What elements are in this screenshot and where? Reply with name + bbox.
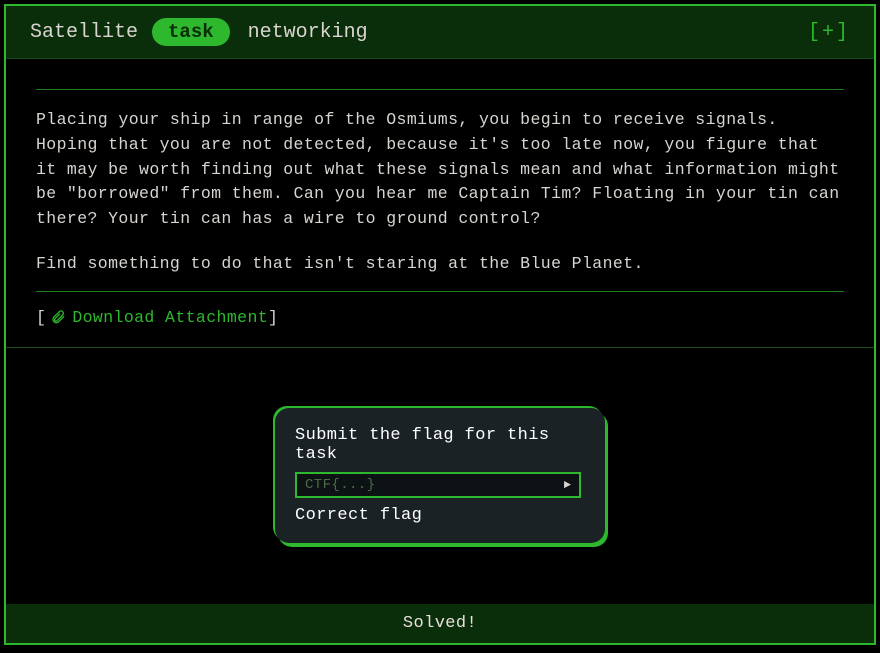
bracket-close: ] <box>268 308 278 327</box>
task-badge: task <box>152 18 230 46</box>
submit-label: Submit the flag for this task <box>295 426 581 464</box>
task-header: Satellite task networking [+] <box>6 6 874 59</box>
task-category: networking <box>248 21 368 44</box>
paperclip-icon <box>50 308 66 326</box>
task-hint: Find something to do that isn't staring … <box>36 254 844 273</box>
submit-status: Correct flag <box>295 506 581 525</box>
divider <box>36 291 844 292</box>
task-body: Placing your ship in range of the Osmium… <box>6 59 874 347</box>
expand-button[interactable]: [+] <box>808 21 850 44</box>
task-panel: Satellite task networking [+] Placing yo… <box>4 4 876 645</box>
submit-box: Submit the flag for this task ► Correct … <box>275 408 605 543</box>
solved-label: Solved! <box>403 614 477 633</box>
submit-area: Submit the flag for this task ► Correct … <box>6 348 874 604</box>
flag-input-wrap: ► <box>295 472 581 498</box>
bracket-open: [ <box>36 308 46 327</box>
download-row: [ Download Attachment ] <box>36 308 844 327</box>
task-footer: Solved! <box>6 604 874 643</box>
download-attachment-link[interactable]: Download Attachment <box>72 308 268 327</box>
task-title: Satellite <box>30 21 138 44</box>
task-description: Placing your ship in range of the Osmium… <box>36 108 844 232</box>
divider <box>36 89 844 90</box>
submit-arrow-icon[interactable]: ► <box>564 478 571 492</box>
flag-input[interactable] <box>305 477 564 493</box>
